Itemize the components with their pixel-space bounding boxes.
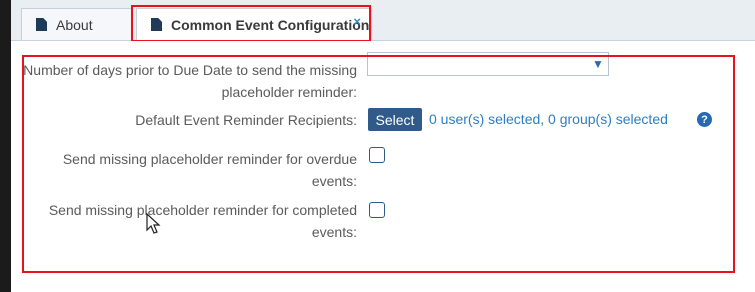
- tab-common-label: Common Event Configuration: [171, 16, 370, 33]
- chevron-down-icon[interactable]: ▼: [588, 53, 608, 75]
- select-recipients-button[interactable]: Select: [368, 108, 422, 131]
- days-prior-select[interactable]: ▼: [367, 52, 609, 76]
- window-left-edge: [0, 0, 11, 292]
- overdue-checkbox[interactable]: [369, 147, 385, 163]
- document-icon: [36, 18, 47, 31]
- recipients-summary-link[interactable]: 0 user(s) selected, 0 group(s) selected: [429, 110, 668, 128]
- recipients-label: Default Event Reminder Recipients:: [135, 112, 357, 128]
- help-icon[interactable]: ?: [697, 112, 712, 127]
- close-icon[interactable]: ×: [353, 14, 361, 29]
- overdue-label: Send missing placeholder reminder for ov…: [62, 151, 357, 189]
- completed-checkbox[interactable]: [369, 202, 385, 218]
- tab-bar: About Common Event Configuration ×: [11, 0, 755, 41]
- days-prior-label: Number of days prior to Due Date to send…: [23, 62, 357, 100]
- tab-about[interactable]: About: [21, 8, 133, 40]
- mouse-cursor-icon: [146, 213, 161, 234]
- tab-common-event-configuration[interactable]: Common Event Configuration ×: [136, 8, 372, 40]
- document-icon: [151, 18, 162, 31]
- tab-about-label: About: [56, 16, 93, 33]
- completed-label: Send missing placeholder reminder for co…: [48, 202, 357, 240]
